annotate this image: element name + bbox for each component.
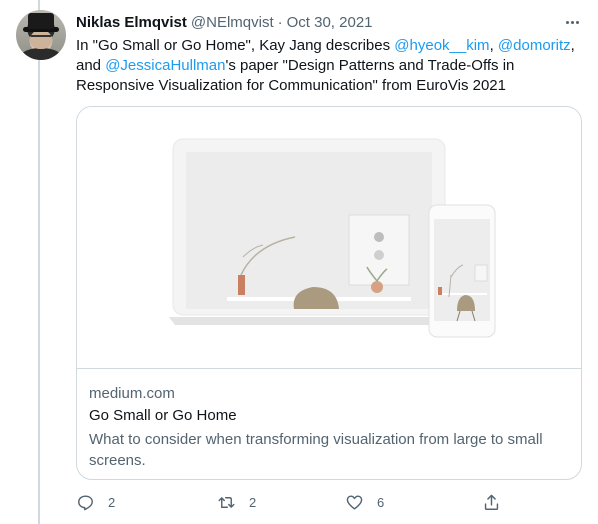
card-image[interactable] <box>77 107 581 369</box>
avatar-hat <box>28 13 54 29</box>
tweet-text-segment: In "Go Small or Go Home", Kay Jang descr… <box>76 37 395 54</box>
tweet-actions: 2 2 6 <box>76 490 506 514</box>
share-icon <box>484 494 499 510</box>
avatar-body <box>21 48 61 60</box>
tweet-header: Niklas Elmqvist @NElmqvist · Oct 30, 202… <box>76 12 373 32</box>
header-separator: · <box>277 13 283 31</box>
mention-link[interactable]: @JessicaHullman <box>105 57 225 74</box>
avatar-face <box>30 31 52 49</box>
tweet-date[interactable]: Oct 30, 2021 <box>287 14 373 31</box>
card-description: What to consider when transforming visua… <box>89 431 543 469</box>
share-button[interactable] <box>482 490 501 514</box>
avatar[interactable] <box>16 10 66 60</box>
reply-button[interactable]: 2 <box>76 490 115 514</box>
reply-icon <box>78 494 93 510</box>
reply-count: 2 <box>108 494 116 510</box>
author-name[interactable]: Niklas Elmqvist <box>76 14 187 31</box>
like-button[interactable]: 6 <box>345 490 384 514</box>
tweet[interactable]: Niklas Elmqvist @NElmqvist · Oct 30, 202… <box>0 0 598 524</box>
like-icon <box>346 494 363 510</box>
card-title: Go Small or Go Home <box>89 407 237 424</box>
like-count: 6 <box>377 494 385 510</box>
retweet-count: 2 <box>249 494 257 510</box>
retweet-icon <box>218 496 235 508</box>
mention-link[interactable]: @hyeok__kim <box>394 37 489 54</box>
card-domain: medium.com <box>89 385 175 402</box>
link-card[interactable]: medium.com Go Small or Go Home What to c… <box>76 106 582 480</box>
card-illustration <box>169 138 496 338</box>
retweet-button[interactable]: 2 <box>217 490 256 514</box>
mention-link[interactable]: @domoritz <box>498 37 571 54</box>
author-handle[interactable]: @NElmqvist <box>191 14 274 31</box>
tweet-text-segment: , <box>489 37 498 54</box>
more-icon[interactable] <box>562 12 582 32</box>
avatar-glasses <box>31 35 51 40</box>
tweet-text: In "Go Small or Go Home", Kay Jang descr… <box>76 36 586 96</box>
